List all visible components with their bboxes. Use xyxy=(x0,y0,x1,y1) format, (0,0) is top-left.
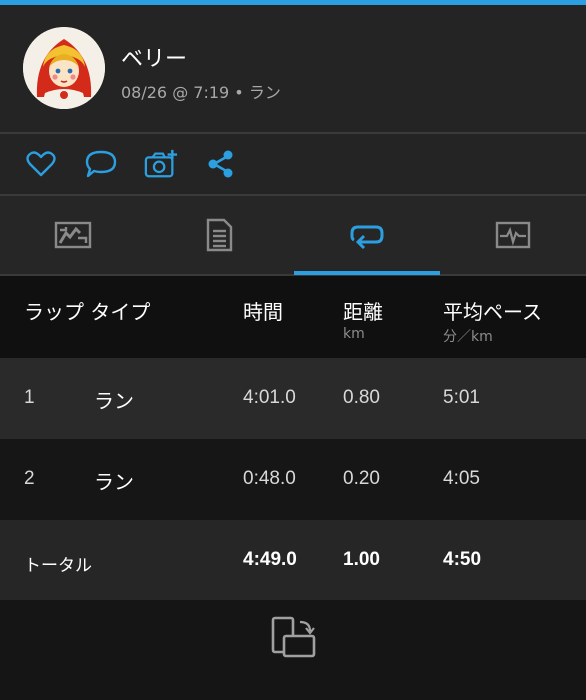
username[interactable]: ベリー xyxy=(121,41,187,73)
tab-details[interactable] xyxy=(146,196,292,274)
tab-activity-graph[interactable] xyxy=(440,196,586,274)
rotate-screen-button[interactable] xyxy=(270,616,318,660)
header-distance-unit: km xyxy=(343,326,365,342)
comment-icon xyxy=(85,150,117,178)
map-chart-icon xyxy=(54,221,92,249)
matryoshka-avatar-image xyxy=(23,27,105,109)
active-tab-indicator xyxy=(294,271,440,275)
comment-button[interactable] xyxy=(84,148,118,180)
activity-graph-icon xyxy=(495,221,531,249)
share-icon xyxy=(208,150,233,178)
lap-time: 4:01.0 xyxy=(243,387,296,408)
header-avg-pace: 平均ペース xyxy=(443,300,542,324)
heart-icon xyxy=(26,151,56,177)
details-document-icon xyxy=(206,218,233,252)
total-row: トータル 4:49.0 1.00 4:50 xyxy=(0,520,586,601)
laps-loop-icon xyxy=(350,225,384,249)
header-time: 時間 xyxy=(243,300,283,324)
lap-pace: 4:05 xyxy=(443,468,480,489)
rotate-screen-icon xyxy=(271,616,316,658)
total-pace: 4:50 xyxy=(443,549,482,570)
total-label: トータル xyxy=(24,556,92,575)
add-photo-icon xyxy=(144,149,178,178)
lap-type: ラン xyxy=(94,391,134,413)
tab-map[interactable] xyxy=(0,196,146,274)
lap-distance: 0.80 xyxy=(343,387,380,408)
footer xyxy=(0,600,586,700)
total-time: 4:49.0 xyxy=(243,549,297,570)
lap-number: 1 xyxy=(24,387,35,408)
table-row[interactable]: 1 ラン 4:01.0 0.80 5:01 xyxy=(0,358,586,439)
lap-type: ラン xyxy=(94,472,134,494)
header-avg-pace-unit: 分／km xyxy=(443,329,493,345)
add-photo-button[interactable] xyxy=(144,148,178,180)
lap-time: 0:48.0 xyxy=(243,468,296,489)
lap-number: 2 xyxy=(24,468,35,489)
tab-laps[interactable] xyxy=(294,196,440,274)
share-button[interactable] xyxy=(204,148,238,180)
activity-header: ベリー 08/26 @ 7:19 • ラン xyxy=(0,5,586,132)
lap-pace: 5:01 xyxy=(443,387,480,408)
activity-meta: 08/26 @ 7:19 • ラン xyxy=(121,83,281,102)
table-row[interactable]: 2 ラン 0:48.0 0.20 4:05 xyxy=(0,439,586,520)
header-lap-type: ラップ タイプ xyxy=(24,300,151,324)
table-header: ラップ タイプ 時間 距離 km 平均ペース 分／km xyxy=(0,276,586,358)
avatar[interactable] xyxy=(23,27,105,109)
like-button[interactable] xyxy=(24,148,58,180)
total-distance: 1.00 xyxy=(343,549,380,570)
tab-bar xyxy=(0,196,586,274)
action-bar xyxy=(0,134,586,194)
laps-table: ラップ タイプ 時間 距離 km 平均ペース 分／km 1 ラン 4:01.0 … xyxy=(0,276,586,601)
lap-distance: 0.20 xyxy=(343,468,380,489)
header-distance: 距離 xyxy=(343,300,383,324)
